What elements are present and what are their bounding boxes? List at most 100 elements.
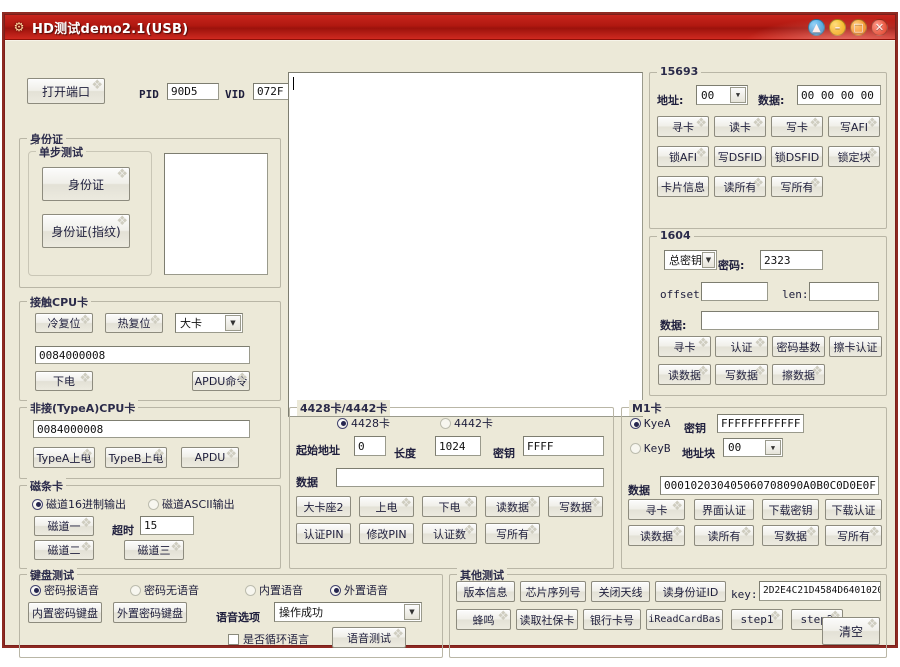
m1-write-all-button[interactable]: 写所有 ❖ (825, 525, 882, 546)
m1-block-select[interactable]: 00 ▼ (723, 438, 783, 457)
clear-button[interactable]: 清空 ❖ (822, 617, 880, 645)
card1604-read-data-button[interactable]: 读数据 ❖ (658, 364, 711, 385)
chevron-down-icon[interactable]: ▼ (730, 87, 746, 103)
chevron-down-icon[interactable]: ▼ (404, 604, 420, 620)
contact-cpu-apdu-field[interactable]: 0084000008 (35, 346, 250, 364)
radio-external-voice[interactable]: 外置语音 (330, 582, 388, 598)
iso15693-data-field[interactable]: 00 00 00 00 (797, 85, 881, 105)
track3-button[interactable]: 磁道三 ❖ (124, 540, 184, 560)
verify-pin-button[interactable]: 认证PIN (296, 523, 351, 544)
radio-4428[interactable]: 4428卡 (337, 415, 390, 431)
track1-button[interactable]: 磁道一 ❖ (34, 516, 94, 536)
version-info-button[interactable]: 版本信息 (456, 581, 515, 602)
bank-card-no-button[interactable]: 银行卡号 (583, 609, 641, 630)
card1604-offset-field[interactable] (701, 282, 768, 301)
iread-card-bas-button[interactable]: iReadCardBas (646, 609, 723, 630)
write-all-button[interactable]: 写所有 ❖ (485, 523, 540, 544)
external-keypad-button[interactable]: 外置密码键盘 (113, 602, 187, 623)
chip-serial-button[interactable]: 芯片序列号 (520, 581, 586, 602)
typeb-power-button[interactable]: TypeB上电 ❖ (105, 447, 167, 468)
iso15693-write-card-button[interactable]: 写卡 ❖ (771, 116, 823, 137)
radio-keya[interactable]: KyeA (630, 417, 671, 430)
read-data-button[interactable]: 读数据 ❖ (485, 496, 540, 517)
m1-key-field[interactable]: FFFFFFFFFFFF (717, 414, 804, 433)
card1604-key-type-select[interactable]: 总密钥 ▼ (664, 250, 717, 270)
iso15693-lock-afi-button[interactable]: 锁AFI ❖ (657, 146, 709, 167)
close-button[interactable]: ✕ (871, 19, 888, 36)
voice-option-select[interactable]: 操作成功 ▼ (274, 602, 422, 622)
track2-button[interactable]: 磁道二 ❖ (34, 540, 94, 560)
card1604-erase-auth-button[interactable]: 擦卡认证 (829, 336, 882, 357)
bigslot2-button[interactable]: 大卡座2 (296, 496, 351, 517)
m1-read-data-button[interactable]: 读数据 ❖ (628, 525, 685, 546)
verify-count-button[interactable]: 认证数 ❖ (422, 523, 477, 544)
radio-4442[interactable]: 4442卡 (440, 415, 493, 431)
card1604-len-field[interactable] (809, 282, 879, 301)
loop-voice-checkbox[interactable]: 是否循环语言 (228, 631, 309, 647)
iso15693-lock-block-button[interactable]: 锁定块 ❖ (828, 146, 880, 167)
m1-data-field[interactable]: 000102030405060708090A0B0C0D0E0F (660, 476, 879, 495)
open-port-button[interactable]: 打开端口 ❖ (27, 78, 105, 104)
card1604-auth-button[interactable]: 认证 ❖ (715, 336, 768, 357)
close-antenna-button[interactable]: 关闭天线 (591, 581, 650, 602)
power-off-button[interactable]: 下电 ❖ (35, 371, 93, 391)
other-key-field[interactable]: 2D2E4C21D4584D640102030405060708 (759, 581, 881, 601)
cold-reset-button[interactable]: 冷复位 ❖ (35, 313, 93, 333)
pin-icon[interactable]: ▲ (808, 19, 825, 36)
card-type-select[interactable]: 大卡 ▼ (175, 313, 243, 333)
internal-keypad-button[interactable]: 内置密码键盘 (28, 602, 102, 623)
iso15693-addr-select[interactable]: 00 ▼ (696, 85, 748, 105)
m1-ui-auth-button[interactable]: 界面认证 (694, 499, 754, 520)
card1604-erase-data-button[interactable]: 擦数据 ❖ (772, 364, 825, 385)
typea-apdu-field[interactable]: 0084000008 (33, 420, 250, 438)
log-output-memo[interactable] (288, 72, 643, 417)
beep-button[interactable]: 蜂鸣 ❖ (456, 609, 511, 630)
m1-write-data-button[interactable]: 写数据 ❖ (762, 525, 819, 546)
card4428-data-field[interactable] (336, 468, 604, 487)
maximize-button[interactable]: □ (850, 19, 867, 36)
iso15693-write-dsfid-button[interactable]: 写DSFID (714, 146, 766, 167)
pid-field[interactable]: 90D5 (167, 83, 219, 100)
idcard-button[interactable]: 身份证 ❖ (42, 167, 130, 201)
iso15693-lock-dsfid-button[interactable]: 锁DSFID (771, 146, 823, 167)
step1-button[interactable]: step1 ❖ (731, 609, 783, 630)
typea-apdu-button[interactable]: APDU ❖ (181, 447, 239, 468)
radio-internal-voice[interactable]: 内置语音 (245, 582, 303, 598)
card1604-key-base-button[interactable]: 密码基数 (772, 336, 825, 357)
iso15693-card-info-button[interactable]: 卡片信息 (657, 176, 709, 197)
m1-download-auth-button[interactable]: 下载认证 (825, 499, 882, 520)
card1604-password-field[interactable]: 2323 (760, 250, 823, 270)
minimize-button[interactable]: – (829, 19, 846, 36)
typea-power-button[interactable]: TypeA上电 ❖ (33, 447, 95, 468)
power-off-button-2[interactable]: 下电 ❖ (422, 496, 477, 517)
length-field[interactable]: 1024 (435, 436, 481, 456)
radio-password-voice[interactable]: 密码报语音 (30, 582, 99, 598)
card1604-write-data-button[interactable]: 写数据 ❖ (715, 364, 768, 385)
iso15693-read-all-button[interactable]: 读所有 ❖ (714, 176, 766, 197)
chevron-down-icon[interactable]: ▼ (765, 440, 781, 455)
voice-test-button[interactable]: 语音测试 ❖ (332, 627, 406, 648)
apdu-command-button[interactable]: APDU命令 ❖ (192, 371, 250, 391)
timeout-field[interactable]: 15 (140, 516, 194, 535)
read-social-card-button[interactable]: 读取社保卡 (516, 609, 578, 630)
write-data-button[interactable]: 写数据 ❖ (548, 496, 603, 517)
iso15693-read-card-button[interactable]: 读卡 ❖ (714, 116, 766, 137)
m1-download-key-button[interactable]: 下载密钥 (762, 499, 819, 520)
m1-find-card-button[interactable]: 寻卡 ❖ (628, 499, 685, 520)
change-pin-button[interactable]: 修改PIN (359, 523, 414, 544)
chevron-down-icon[interactable]: ▼ (702, 252, 715, 268)
chevron-down-icon[interactable]: ▼ (225, 315, 241, 331)
radio-track-ascii[interactable]: 磁道ASCII输出 (148, 496, 235, 512)
radio-track-hex[interactable]: 磁道16进制输出 (32, 496, 126, 512)
iso15693-find-card-button[interactable]: 寻卡 ❖ (657, 116, 709, 137)
radio-keyb[interactable]: KeyB (630, 442, 671, 455)
idcard-fingerprint-button[interactable]: 身份证(指纹) ❖ (42, 214, 130, 248)
read-idcard-id-button[interactable]: 读身份证ID (655, 581, 726, 602)
iso15693-write-afi-button[interactable]: 写AFI ❖ (828, 116, 880, 137)
card1604-data-field[interactable] (701, 311, 879, 330)
power-on-button[interactable]: 上电 ❖ (359, 496, 414, 517)
m1-read-all-button[interactable]: 读所有 ❖ (694, 525, 754, 546)
radio-password-novoice[interactable]: 密码无语音 (130, 582, 199, 598)
hot-reset-button[interactable]: 热复位 ❖ (105, 313, 163, 333)
card4428-key-field[interactable]: FFFF (523, 436, 604, 456)
